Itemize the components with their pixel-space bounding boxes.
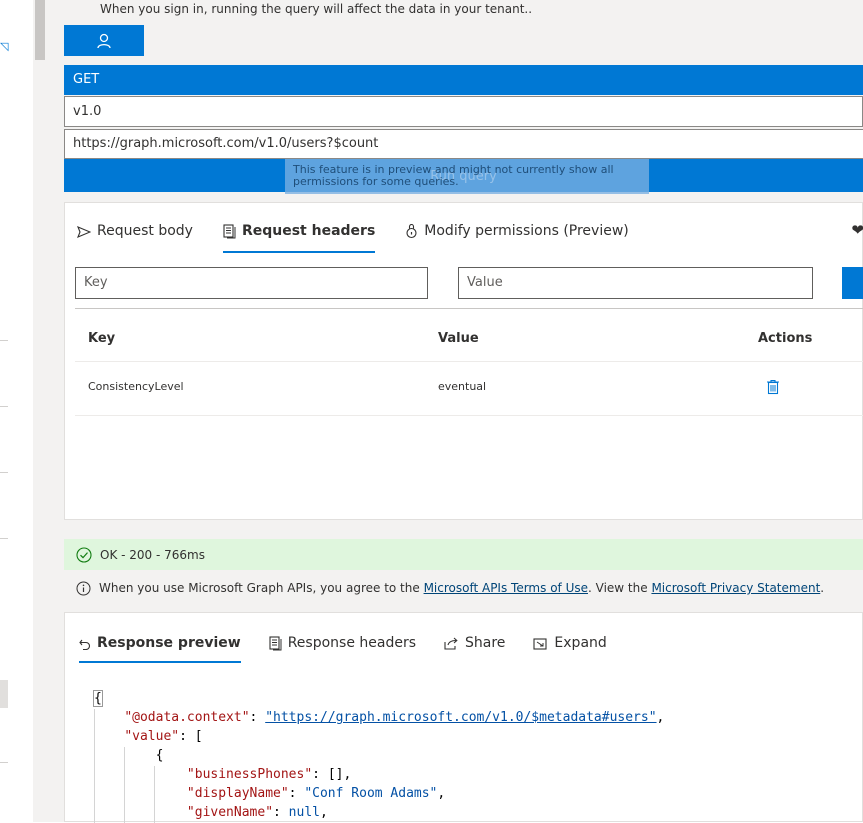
rail-divider (0, 762, 8, 763)
rail-divider (0, 340, 8, 341)
rail-divider (0, 406, 8, 407)
tab-response-headers[interactable]: Response headers (269, 631, 416, 663)
terms-text: When you use Microsoft Graph APIs, you a… (99, 581, 824, 595)
scrollbar-thumb[interactable] (35, 0, 45, 60)
tab-modify-permissions[interactable]: Modify permissions (Preview) (405, 219, 629, 253)
terms-middle: . View the (588, 581, 652, 595)
status-text: OK - 200 - 766ms (100, 547, 205, 562)
check-circle-icon (76, 546, 92, 563)
json-key: "displayName" (186, 786, 289, 801)
tab-label: Expand (554, 635, 607, 651)
request-panel: Request body Request headers Modify perm… (64, 202, 863, 520)
row-divider (75, 415, 863, 416)
add-header-button[interactable] (842, 267, 863, 299)
tab-request-body[interactable]: Request body (77, 219, 193, 253)
tab-label: Share (465, 635, 506, 651)
document-icon (269, 636, 282, 651)
preview-tooltip: This feature is in preview and might not… (285, 159, 649, 194)
signin-note: When you sign in, running the query will… (100, 2, 533, 16)
response-panel: Response preview Response headers Share (64, 612, 863, 823)
json-key: "@odata.context" (124, 710, 250, 725)
column-header-actions: Actions (758, 331, 813, 346)
rail-divider (0, 538, 8, 539)
table-divider (75, 308, 863, 309)
feedback-icon[interactable]: ◹ (0, 41, 8, 52)
json-value: null (288, 805, 320, 820)
tab-label: Modify permissions (Preview) (424, 223, 629, 239)
request-tabs: Request body Request headers Modify perm… (77, 219, 659, 253)
json-value: [] (327, 767, 344, 782)
tab-expand[interactable]: Expand (533, 631, 607, 663)
tab-label: Request body (97, 223, 193, 239)
sign-in-button[interactable] (64, 25, 144, 56)
tab-response-preview[interactable]: Response preview (79, 631, 241, 663)
query-url-input[interactable]: https://graph.microsoft.com/v1.0/users?$… (64, 129, 863, 159)
person-icon (97, 33, 111, 48)
share-icon (444, 637, 458, 650)
response-json-viewer[interactable]: { "@odata.context": "https://graph.micro… (93, 689, 664, 822)
privacy-statement-link[interactable]: Microsoft Privacy Statement (651, 581, 820, 595)
json-key: "value" (124, 729, 180, 744)
version-dropdown[interactable]: v1.0 (64, 96, 863, 127)
lock-icon (406, 224, 417, 239)
tab-share[interactable]: Share (444, 631, 505, 663)
rail-selected-item[interactable] (0, 680, 8, 708)
info-icon (76, 581, 91, 595)
tab-label: Response headers (287, 635, 417, 651)
terms-suffix: . (820, 581, 825, 595)
tab-request-headers[interactable]: Request headers (222, 219, 376, 253)
tab-label: Response preview (97, 635, 241, 651)
column-header-value: Value (438, 331, 479, 346)
header-row-value: eventual (438, 380, 487, 393)
column-header-key: Key (88, 331, 116, 346)
json-value: "Conf Room Adams" (304, 786, 438, 801)
scrollbar[interactable] (33, 0, 47, 822)
delete-icon[interactable] (766, 379, 780, 395)
json-key: "businessPhones" (186, 767, 313, 782)
heart-icon[interactable]: ❤ (851, 221, 863, 239)
undo-arrow-icon (79, 639, 91, 650)
expand-icon (533, 638, 547, 650)
json-link[interactable]: "https://graph.microsoft.com/v1.0/$metad… (265, 710, 656, 725)
json-brace: { (93, 690, 103, 707)
document-icon (223, 224, 236, 239)
terms-prefix: When you use Microsoft Graph APIs, you a… (99, 581, 424, 595)
header-key-input[interactable]: Key (75, 267, 428, 299)
header-value-input[interactable]: Value (458, 267, 813, 299)
terms-notice: When you use Microsoft Graph APIs, you a… (64, 574, 863, 602)
query-area: When you sign in, running the query will… (64, 0, 863, 823)
row-divider (75, 361, 863, 362)
http-method-dropdown[interactable]: GET (64, 65, 863, 95)
rail-divider (0, 472, 8, 473)
json-key: "givenName" (186, 805, 274, 820)
status-bar: OK - 200 - 766ms (64, 539, 863, 570)
send-icon (77, 225, 91, 239)
header-row-key: ConsistencyLevel (88, 380, 184, 393)
gutter (47, 0, 64, 822)
tab-label: Request headers (241, 223, 376, 239)
terms-of-use-link[interactable]: Microsoft APIs Terms of Use (424, 581, 588, 595)
left-rail: ◹ (0, 0, 33, 822)
response-tabs: Response preview Response headers Share (79, 631, 635, 663)
